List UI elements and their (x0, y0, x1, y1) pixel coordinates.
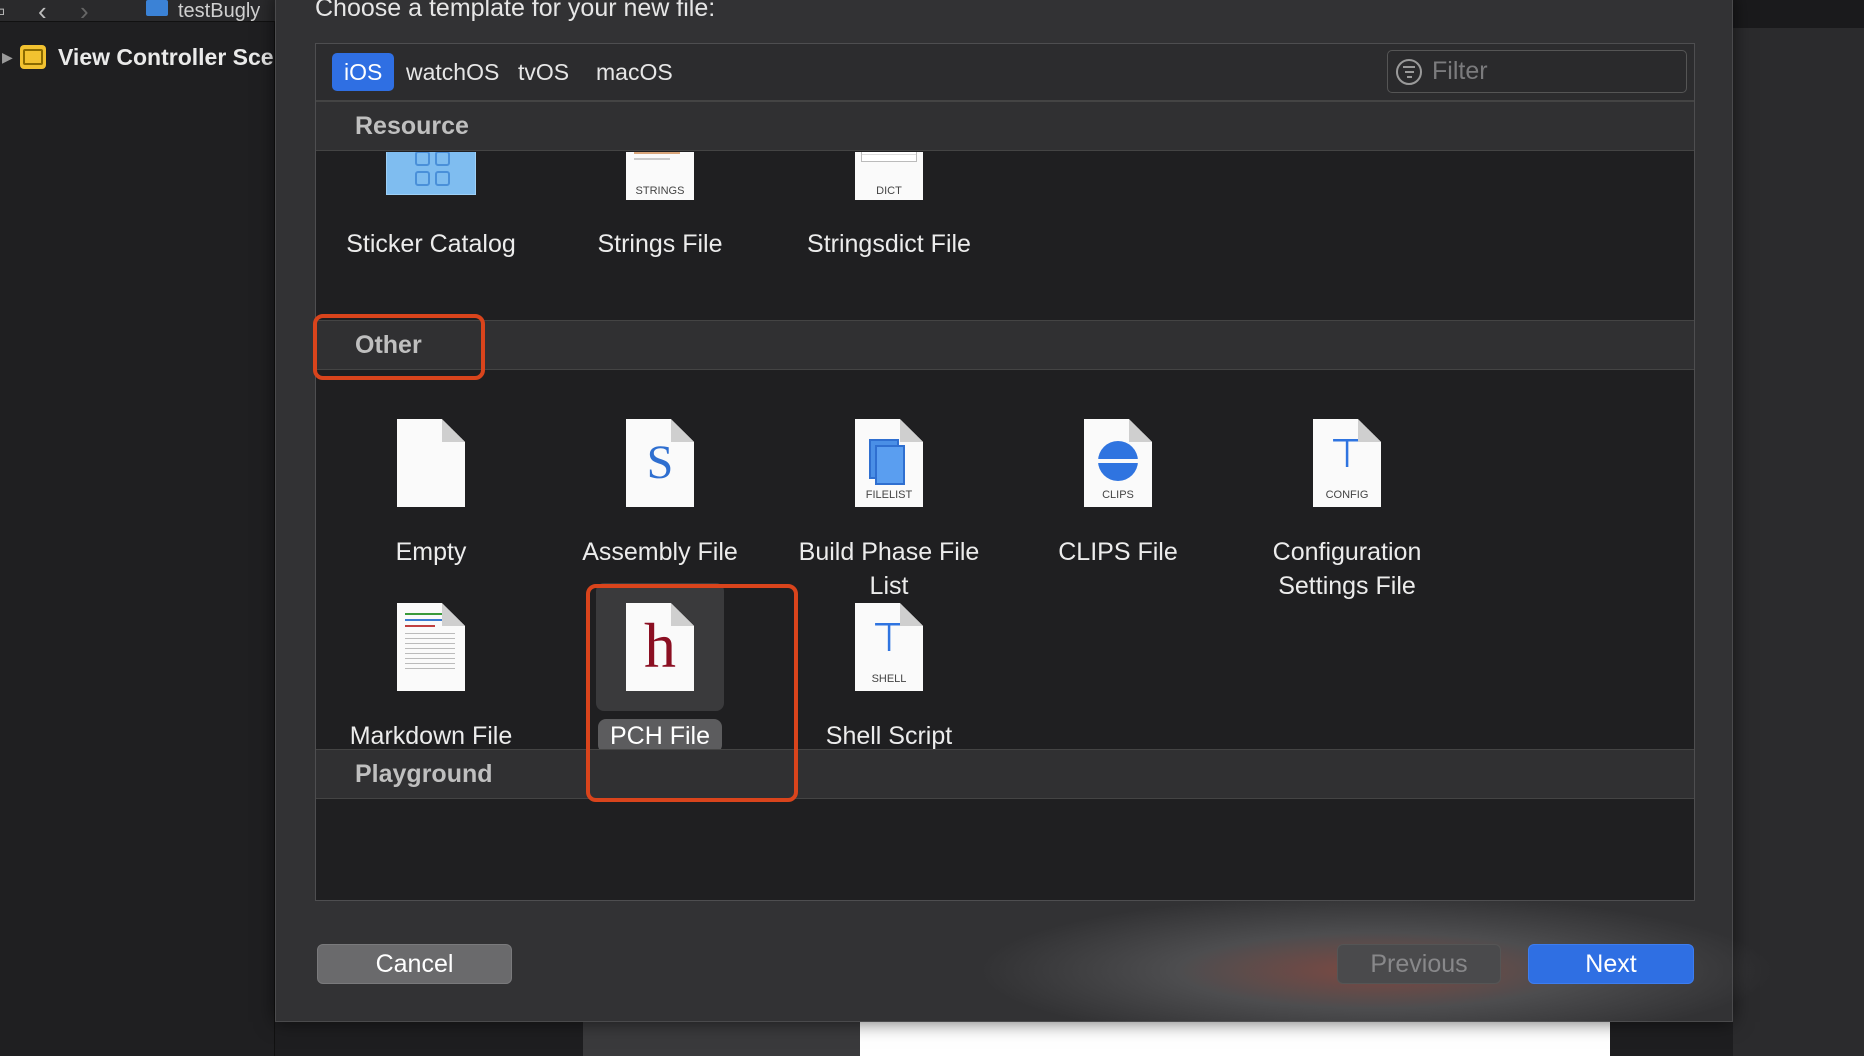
template-label: Assembly File (582, 538, 738, 566)
strings-file-icon: STRINGS (626, 152, 694, 200)
hammer-icon: ⊤ (871, 615, 907, 661)
pch-file-icon: h (626, 603, 694, 691)
cancel-button[interactable]: Cancel (317, 944, 512, 984)
empty-file-icon (397, 419, 465, 507)
template-sticker-catalog[interactable]: Sticker Catalog (316, 152, 546, 261)
template-label: Shell Script (825, 722, 953, 750)
tab-watchos[interactable]: watchOS (394, 53, 511, 91)
config-caption: CONFIG (1325, 489, 1369, 501)
template-label: Stringsdict File (807, 230, 971, 258)
template-label: Markdown File (349, 722, 513, 750)
template-label: Configuration Settings File (1272, 538, 1422, 600)
assembly-glyph: S (646, 436, 674, 489)
template-strings-file[interactable]: STRINGS Strings File (545, 152, 775, 261)
editor-toolbar (1733, 0, 1864, 28)
forward-arrow-icon[interactable]: › (80, 0, 89, 27)
project-navigator (0, 0, 275, 1056)
section-other: Other (316, 320, 1694, 370)
template-label: Sticker Catalog (346, 230, 516, 258)
section-title: Other (355, 331, 422, 359)
template-panel: iOS watchOS tvOS macOS Resource (313, 43, 1695, 901)
markdown-file-icon (397, 603, 465, 691)
navigator-toolbar: ▫ ‹ › testBugly (0, 0, 275, 26)
hammer-icon: ⊤ (1329, 431, 1365, 477)
section-resource: Resource (316, 101, 1694, 151)
dict-caption: DICT (876, 185, 902, 197)
section-playground: Playground (316, 749, 1694, 799)
filter-field[interactable] (1387, 50, 1687, 93)
template-clips-file[interactable]: CLIPS CLIPS File (1003, 399, 1233, 569)
tab-ios[interactable]: iOS (332, 53, 395, 91)
template-shell-script[interactable]: ⊤ SHELL Shell Script (774, 583, 1004, 753)
template-label: PCH File (597, 719, 722, 753)
platform-tabbar: iOS watchOS tvOS macOS (316, 44, 1694, 101)
new-file-sheet: Choose a template for your new file: iOS… (275, 0, 1776, 1022)
template-build-phase-file-list[interactable]: FILELIST Build Phase File List (774, 399, 1004, 603)
strings-caption: STRINGS (635, 185, 685, 197)
template-pch-file[interactable]: h PCH File (545, 583, 775, 753)
clips-file-icon: CLIPS (1084, 419, 1152, 507)
icon-frame: ⊤ SHELL (825, 583, 953, 711)
config-file-icon: ⊤ CONFIG (1313, 419, 1381, 507)
clips-caption: CLIPS (1102, 489, 1134, 501)
scene-row[interactable]: ▶ View Controller Sce (0, 40, 275, 74)
sheet-title: Choose a template for your new file: (315, 0, 716, 22)
editor-area (1733, 0, 1864, 1056)
section-title: Playground (355, 760, 493, 788)
tab-tvos[interactable]: tvOS (506, 53, 581, 91)
filter-icon (1396, 58, 1422, 85)
icon-frame: FILELIST (825, 399, 953, 527)
template-empty[interactable]: Empty (316, 399, 546, 569)
shell-caption: SHELL (871, 673, 907, 685)
template-stringsdict-file[interactable]: DICT Stringsdict File (774, 152, 1004, 261)
next-button[interactable]: Next (1528, 944, 1694, 984)
icon-frame: CLIPS (1054, 399, 1182, 527)
canvas-view (860, 1022, 1610, 1056)
filelist-icon: FILELIST (855, 419, 923, 507)
icon-frame: ⊤ CONFIG (1283, 399, 1411, 527)
project-file-icon (146, 0, 168, 16)
icon-frame: S (596, 399, 724, 527)
jump-bar-title: testBugly (178, 0, 261, 22)
section-title: Resource (355, 112, 469, 140)
template-assembly-file[interactable]: S Assembly File (545, 399, 775, 569)
template-markdown-file[interactable]: Markdown File (316, 583, 546, 753)
tab-macos[interactable]: macOS (584, 53, 685, 91)
previous-button[interactable]: Previous (1337, 944, 1501, 984)
disclosure-triangle-icon[interactable]: ▶ (0, 49, 20, 66)
sticker-catalog-icon (386, 152, 476, 195)
filelist-caption: FILELIST (865, 489, 913, 501)
template-label: CLIPS File (1058, 538, 1178, 566)
icon-frame (367, 399, 495, 527)
shell-script-icon: ⊤ SHELL (855, 603, 923, 691)
back-arrow-icon[interactable]: ‹ (38, 0, 47, 27)
scene-icon (20, 45, 46, 69)
stringsdict-file-icon: DICT (855, 152, 923, 200)
filter-input[interactable] (1432, 57, 1672, 86)
template-label: Empty (395, 538, 467, 566)
assembly-file-icon: S (626, 419, 694, 507)
scene-label: View Controller Sce (58, 43, 274, 70)
jump-bar[interactable]: testBugly (146, 0, 260, 22)
template-configuration-settings-file[interactable]: ⊤ CONFIG Configuration Settings File (1232, 399, 1462, 603)
icon-frame: h (596, 583, 724, 711)
resource-grid: Sticker Catalog STRINGS Strings File DIC… (316, 152, 1694, 302)
grid-icon[interactable]: ▫ (0, 0, 5, 27)
pch-glyph: h (644, 610, 676, 681)
icon-frame (367, 583, 495, 711)
template-label: Strings File (597, 230, 723, 258)
